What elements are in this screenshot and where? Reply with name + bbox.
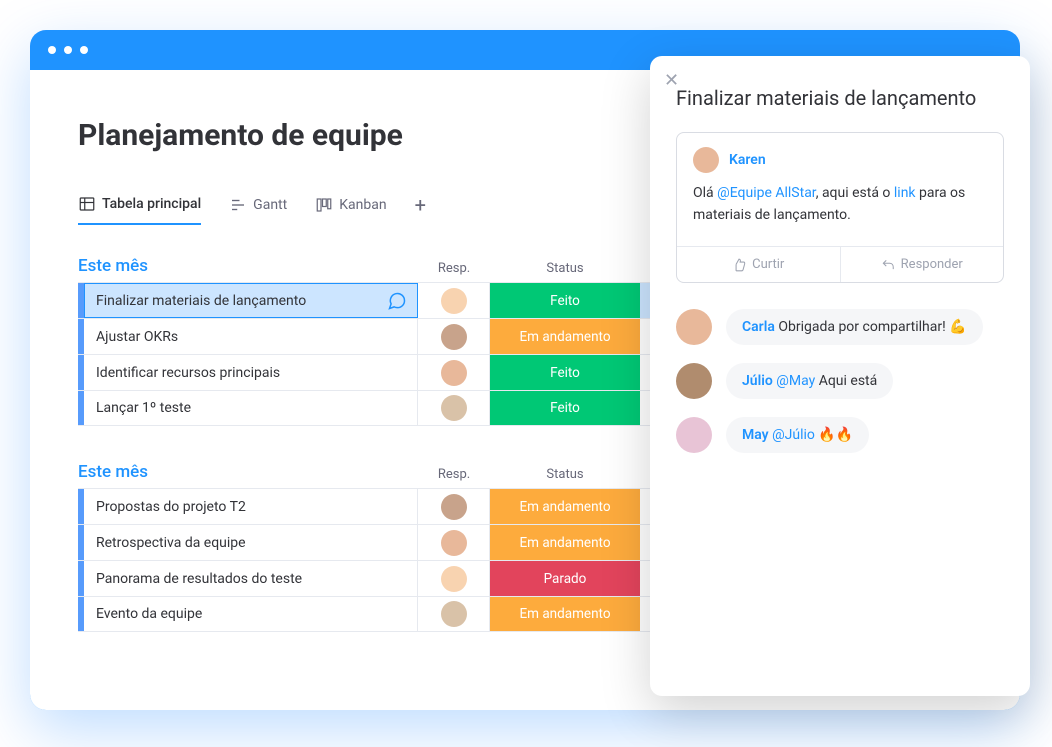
column-header-status[interactable]: Status bbox=[490, 261, 640, 276]
like-label: Curtir bbox=[752, 257, 784, 272]
comment-text: , aqui está o bbox=[816, 185, 894, 201]
assignee-cell[interactable] bbox=[418, 489, 490, 524]
mention[interactable]: @Júlio bbox=[772, 427, 815, 443]
task-name-cell[interactable]: Retrospectiva da equipe bbox=[84, 525, 418, 560]
task-name-cell[interactable]: Evento da equipe bbox=[84, 597, 418, 631]
reply-item: May @Júlio 🔥🔥 bbox=[676, 417, 1004, 453]
assignee-cell[interactable] bbox=[418, 283, 490, 318]
reply-button[interactable]: Responder bbox=[840, 247, 1004, 282]
conversation-icon[interactable] bbox=[387, 291, 407, 311]
avatar bbox=[676, 363, 712, 399]
tab-label: Tabela principal bbox=[102, 196, 201, 212]
status-cell[interactable]: Em andamento bbox=[490, 597, 640, 631]
close-icon[interactable]: ✕ bbox=[664, 70, 679, 91]
reply-bubble[interactable]: Carla Obrigada por compartilhar! 💪 bbox=[726, 309, 983, 345]
avatar bbox=[441, 601, 467, 627]
group-title[interactable]: Este mês bbox=[78, 256, 418, 276]
assignee-cell[interactable] bbox=[418, 525, 490, 560]
reply-bubble[interactable]: May @Júlio 🔥🔥 bbox=[726, 417, 869, 453]
kanban-icon bbox=[315, 196, 333, 214]
assignee-cell[interactable] bbox=[418, 319, 490, 354]
status-cell[interactable]: Em andamento bbox=[490, 525, 640, 560]
task-name-cell[interactable]: Panorama de resultados do teste bbox=[84, 561, 418, 596]
item-detail-panel: ✕ Finalizar materiais de lançamento Kare… bbox=[650, 56, 1030, 696]
window-dot bbox=[48, 46, 56, 54]
group-title[interactable]: Este mês bbox=[78, 462, 418, 482]
status-cell[interactable]: Feito bbox=[490, 391, 640, 425]
task-name-cell[interactable]: Lançar 1º teste bbox=[84, 391, 418, 425]
reply-item: Júlio @May Aqui está bbox=[676, 363, 1004, 399]
thumbs-up-icon bbox=[732, 258, 746, 272]
comment-author: Karen bbox=[729, 152, 766, 168]
avatar bbox=[441, 324, 467, 350]
comment-header: Karen bbox=[677, 133, 1003, 177]
table-icon bbox=[78, 195, 96, 213]
avatar bbox=[441, 395, 467, 421]
gantt-icon bbox=[229, 196, 247, 214]
window-dot bbox=[80, 46, 88, 54]
tab-kanban[interactable]: Kanban bbox=[315, 196, 386, 224]
reply-author: May bbox=[742, 427, 769, 443]
status-cell[interactable]: Feito bbox=[490, 283, 640, 318]
task-name-cell[interactable]: Propostas do projeto T2 bbox=[84, 489, 418, 524]
reply-icon bbox=[881, 258, 895, 272]
task-name-cell[interactable]: Ajustar OKRs bbox=[84, 319, 418, 354]
link[interactable]: link bbox=[894, 185, 916, 201]
comment-actions: Curtir Responder bbox=[677, 246, 1003, 282]
window-dot bbox=[64, 46, 72, 54]
add-view-button[interactable]: + bbox=[415, 193, 426, 227]
panel-title: Finalizar materiais de lançamento bbox=[676, 86, 1004, 110]
avatar bbox=[441, 494, 467, 520]
status-cell[interactable]: Em andamento bbox=[490, 319, 640, 354]
status-cell[interactable]: Feito bbox=[490, 355, 640, 390]
reply-text: Aqui está bbox=[815, 373, 877, 389]
avatar bbox=[693, 147, 719, 173]
mention[interactable]: @May bbox=[776, 373, 815, 389]
reply-label: Responder bbox=[901, 257, 963, 272]
tab-main-table[interactable]: Tabela principal bbox=[78, 195, 201, 225]
assignee-cell[interactable] bbox=[418, 561, 490, 596]
comment-body: Olá @Equipe AllStar, aqui está o link pa… bbox=[677, 177, 1003, 246]
status-cell[interactable]: Parado bbox=[490, 561, 640, 596]
reply-bubble[interactable]: Júlio @May Aqui está bbox=[726, 363, 893, 399]
avatar bbox=[441, 288, 467, 314]
comment-card: Karen Olá @Equipe AllStar, aqui está o l… bbox=[676, 132, 1004, 283]
reply-text: Obrigada por compartilhar! 💪 bbox=[775, 319, 967, 335]
assignee-cell[interactable] bbox=[418, 355, 490, 390]
reply-item: Carla Obrigada por compartilhar! 💪 bbox=[676, 309, 1004, 345]
column-header-status[interactable]: Status bbox=[490, 467, 640, 482]
tab-label: Kanban bbox=[339, 197, 386, 213]
reply-text: 🔥🔥 bbox=[815, 427, 853, 443]
avatar bbox=[676, 417, 712, 453]
avatar bbox=[676, 309, 712, 345]
browser-window: Planejamento de equipe Tabela principal … bbox=[30, 30, 1020, 710]
avatar bbox=[441, 360, 467, 386]
avatar bbox=[441, 530, 467, 556]
comment-text: Olá bbox=[693, 185, 717, 201]
reply-author: Carla bbox=[742, 319, 775, 335]
task-name-cell[interactable]: Finalizar materiais de lançamento bbox=[84, 283, 418, 318]
assignee-cell[interactable] bbox=[418, 391, 490, 425]
avatar bbox=[441, 566, 467, 592]
task-name-cell[interactable]: Identificar recursos principais bbox=[84, 355, 418, 390]
like-button[interactable]: Curtir bbox=[677, 247, 840, 282]
column-header-resp[interactable]: Resp. bbox=[418, 467, 490, 482]
tab-gantt[interactable]: Gantt bbox=[229, 196, 287, 224]
mention[interactable]: @Equipe AllStar bbox=[717, 185, 816, 201]
tab-label: Gantt bbox=[253, 197, 287, 213]
reply-author: Júlio bbox=[742, 373, 773, 389]
column-header-resp[interactable]: Resp. bbox=[418, 261, 490, 276]
status-cell[interactable]: Em andamento bbox=[490, 489, 640, 524]
assignee-cell[interactable] bbox=[418, 597, 490, 631]
